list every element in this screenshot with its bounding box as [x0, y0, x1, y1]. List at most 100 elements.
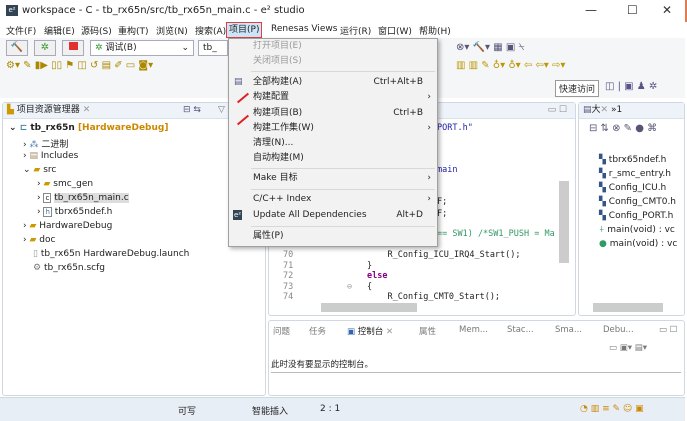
- outline-item[interactable]: ▚ Config_ICU.h: [599, 183, 666, 193]
- tab-properties[interactable]: 属性: [419, 325, 436, 337]
- console-toolbar-icons[interactable]: ▭ ▣▾ ▤▾: [609, 343, 647, 353]
- tree-label: tb_rx65n.scfg: [43, 263, 106, 273]
- chevron-down-icon: ⌄: [181, 43, 189, 53]
- outline-item[interactable]: ▚ Config_CMT0.h: [599, 197, 676, 207]
- tab-tasks[interactable]: 任务: [309, 325, 326, 337]
- menu-label: C/C++ Index: [253, 194, 312, 204]
- menu-item-build-project[interactable]: 构建项目(B) Ctrl+B: [229, 106, 437, 121]
- launch-target-combo[interactable]: tb_: [198, 40, 228, 56]
- menu-help[interactable]: 帮助(H): [419, 24, 451, 37]
- menu-project[interactable]: 项目(P): [226, 22, 263, 38]
- line-number: 70: [283, 250, 294, 260]
- window-title: workspace - C - tb_rx65n/src/tb_rx65n_ma…: [22, 5, 305, 16]
- tree-item-scfg[interactable]: ⚙ tb_rx65n.scfg: [33, 263, 105, 273]
- view-menu-icon[interactable]: ▽: [218, 103, 225, 118]
- fold-icon[interactable]: ⊖: [347, 282, 352, 292]
- menu-shortcut: Ctrl+Alt+B: [373, 77, 423, 87]
- tree-item-project[interactable]: ⌄ ⊏ tb_rx65n [HardwareDebug]: [9, 123, 168, 133]
- outline-item[interactable]: ⍭ main(void) : vc: [599, 225, 675, 235]
- outline-label: Config_PORT.h: [608, 211, 674, 221]
- tree-item-hardwaredebug[interactable]: › ▰ HardwareDebug: [23, 221, 112, 231]
- stop-button[interactable]: [62, 40, 84, 56]
- tab-smart[interactable]: Sma...: [555, 325, 582, 335]
- build-all-icon: ▤: [234, 77, 243, 87]
- minimize-button[interactable]: —: [585, 3, 597, 17]
- outline-toolbar-icons[interactable]: ⊟ ⇅ ⊗ ✎ ● ⌘: [589, 123, 657, 135]
- menu-item-close-project[interactable]: 关闭项目(S): [229, 54, 437, 69]
- code-line: else: [367, 271, 388, 281]
- menu-navigate[interactable]: 浏览(N): [156, 24, 188, 37]
- tree-label: 二进制: [41, 140, 69, 150]
- console-message: 此时没有要显示的控制台。: [271, 358, 681, 373]
- chevron-right-icon: ›: [427, 173, 431, 183]
- horizontal-scrollbar[interactable]: [321, 303, 417, 312]
- menu-item-update-dependencies[interactable]: e² Update All Dependencies Alt+D: [229, 208, 437, 223]
- quick-access-input[interactable]: 快速访问: [555, 80, 600, 97]
- menu-file[interactable]: 文件(F): [6, 24, 36, 37]
- menu-window[interactable]: 窗口(W): [378, 24, 412, 37]
- menu-run[interactable]: 运行(R): [340, 24, 371, 37]
- tab-outline[interactable]: 大: [592, 105, 601, 115]
- tree-item-launch[interactable]: ▯ tb_rx65n HardwareDebug.launch: [33, 249, 189, 259]
- menu-item-build-config[interactable]: 构建配置 ›: [229, 90, 437, 105]
- launch-config-combo[interactable]: ✲ 调试(B) ⌄: [90, 40, 194, 56]
- chevron-right-icon: ›: [427, 194, 431, 204]
- menu-item-properties[interactable]: 属性(P): [229, 229, 437, 244]
- collapse-all-icon[interactable]: ⊟ ⇆: [183, 103, 201, 118]
- menu-source[interactable]: 源码(S): [81, 24, 112, 37]
- tree-item-smc-gen[interactable]: › ▰ smc_gen: [37, 179, 93, 189]
- menu-item-build-working-set[interactable]: 构建工作集(W) ›: [229, 121, 437, 136]
- menu-item-make-targets[interactable]: Make 目标 ›: [229, 171, 437, 186]
- horizontal-scrollbar[interactable]: [593, 303, 663, 312]
- close-view-icon[interactable]: ✕: [83, 105, 91, 115]
- maximize-button[interactable]: ☐: [627, 3, 638, 17]
- menu-label: 构建项目(B): [253, 108, 303, 118]
- close-button[interactable]: ✕: [662, 3, 672, 17]
- menu-search[interactable]: 搜索(A): [195, 24, 226, 37]
- toolbar-icons-row[interactable]: ⚙▾ ✎ ▮▶ ▯▯ ⚑ ◫ ↺ ▤ ✐ ▭ ◙▾: [6, 60, 153, 72]
- vertical-scrollbar[interactable]: [559, 181, 569, 263]
- menu-item-open-project[interactable]: 打开项目(E): [229, 39, 437, 54]
- tree-item-includes[interactable]: › ▤ Includes: [23, 151, 78, 161]
- minimize-maximize-icons[interactable]: ▭ ☐: [659, 325, 677, 335]
- title-bar: e² workspace - C - tb_rx65n/src/tb_rx65n…: [0, 0, 687, 22]
- build-hammer-button[interactable]: 🔨: [6, 40, 28, 56]
- outline-item[interactable]: ▚ r_smc_entry.h: [599, 169, 671, 179]
- project-explorer-panel: ▙ 项目资源管理器 ✕ ⊟ ⇆ ▽ ⌄ ⊏ tb_rx65n [Hardware…: [2, 102, 266, 396]
- tree-item-doc[interactable]: › ▰ doc: [23, 235, 55, 245]
- outline-item[interactable]: ● main(void) : vc: [599, 239, 677, 249]
- tab-stack[interactable]: Stac...: [507, 325, 534, 335]
- tab-console[interactable]: ▣ 控制台 ✕: [347, 325, 394, 337]
- nav-icons[interactable]: ▥ ▥ ✎ ♁▾ ♁▾ ⇦ ⇦▾ ⇨▾: [456, 60, 565, 72]
- menu-refactor[interactable]: 重构(T): [118, 24, 149, 37]
- debug-button[interactable]: ✲: [34, 40, 56, 56]
- code-line: main: [437, 165, 458, 175]
- tab-memory[interactable]: Mem...: [459, 325, 488, 335]
- code-line: {: [367, 282, 373, 292]
- menu-item-clean[interactable]: 清理(N)...: [229, 136, 437, 151]
- menu-item-build-all[interactable]: ▤ 全部构建(A) Ctrl+Alt+B: [229, 75, 437, 90]
- menu-renesas-views[interactable]: Renesas Views: [271, 24, 337, 34]
- perspective-icons[interactable]: ◫ | ▣ ♟ ✲: [605, 81, 657, 93]
- outline-label: r_smc_entry.h: [608, 169, 671, 179]
- outline-item[interactable]: ▚ Config_PORT.h: [599, 211, 673, 221]
- tab-more[interactable]: »1: [611, 105, 622, 115]
- menu-edit[interactable]: 编辑(E): [44, 24, 75, 37]
- tree-label: HardwareDebug: [39, 221, 113, 231]
- outline-panel: ▤大✕ »1 ⊟ ⇅ ⊗ ✎ ● ⌘ ▚ tbrx65ndef.h ▚ r_sm…: [578, 102, 685, 316]
- menu-bar: 文件(F) 编辑(E) 源码(S) 重构(T) 浏览(N) 搜索(A) 项目(P…: [0, 22, 685, 38]
- minimize-maximize-icons[interactable]: ▭ ☐: [548, 103, 567, 118]
- project-name: tb_rx65n: [30, 123, 75, 133]
- status-icons[interactable]: ◔ ▥ ≡ ✎ ☺ ▣: [580, 404, 644, 414]
- tab-debug[interactable]: Debu...: [603, 325, 634, 335]
- tree-item-def-h[interactable]: › h tbrx65ndef.h: [37, 207, 112, 217]
- menu-item-cpp-index[interactable]: C/C++ Index ›: [229, 192, 437, 207]
- outline-item[interactable]: ▚ tbrx65ndef.h: [599, 155, 666, 165]
- tab-console-label: 控制台: [357, 327, 384, 337]
- menu-item-auto-build[interactable]: 自动构建(M): [229, 151, 437, 166]
- tree-item-src[interactable]: ⌄ ▰ src: [23, 165, 56, 175]
- tree-item-binaries[interactable]: › ⁂ 二进制: [23, 137, 68, 150]
- tab-problems[interactable]: 问题: [273, 325, 290, 337]
- tree-item-main-c[interactable]: › c tb_rx65n_main.c: [37, 193, 129, 203]
- toolbar-right-icons[interactable]: ⊗▾ 🔨▾ ▦ ▣ ⍀: [456, 42, 524, 54]
